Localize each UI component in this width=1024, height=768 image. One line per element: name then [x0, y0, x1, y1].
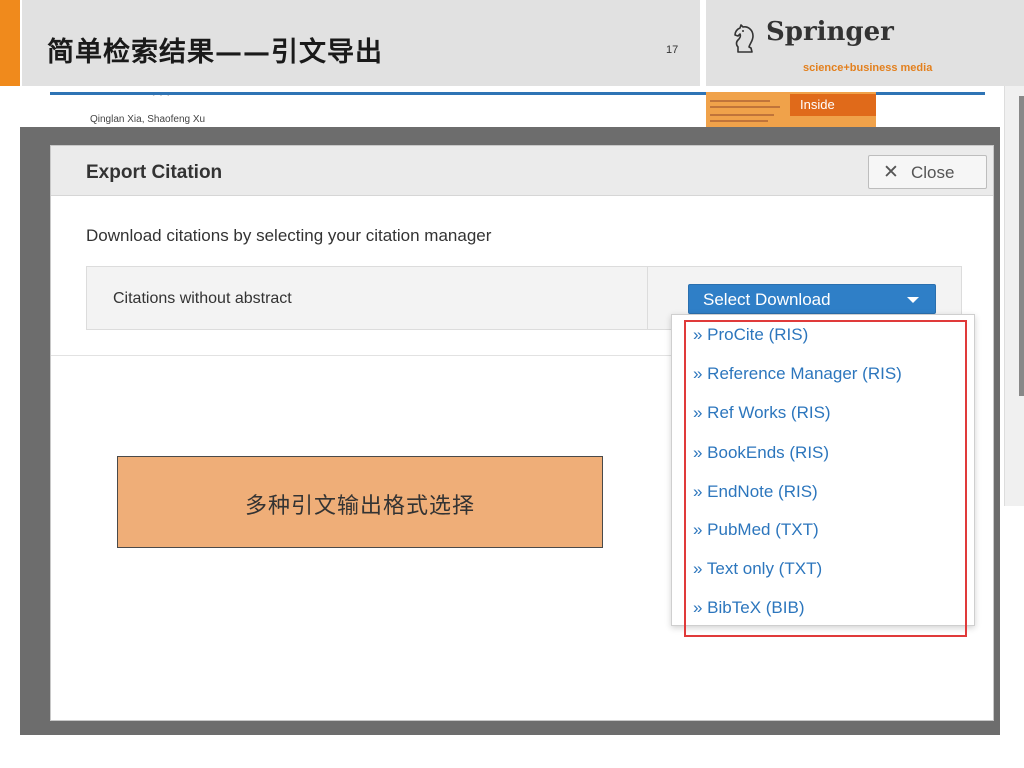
menu-item-bibtex[interactable]: » BibTeX (BIB) — [693, 598, 805, 618]
springer-logo-tagline: science+business media — [803, 62, 933, 74]
menu-item-procite[interactable]: » ProCite (RIS) — [693, 325, 808, 345]
springer-logo-name: Springer — [766, 17, 894, 47]
dialog-header: Export Citation ✕ Close — [51, 146, 993, 196]
menu-item-refworks[interactable]: » Ref Works (RIS) — [693, 403, 831, 423]
accent-bar — [0, 0, 20, 86]
menu-item-bookends[interactable]: » BookEnds (RIS) — [693, 443, 829, 463]
slide-title: 简单检索结果——引文导出 — [47, 37, 383, 68]
select-download-button[interactable]: Select Download — [688, 284, 936, 314]
callout-text: 多种引文输出格式选择 — [244, 494, 475, 519]
close-button[interactable]: ✕ Close — [868, 155, 987, 189]
menu-item-endnote[interactable]: » EndNote (RIS) — [693, 482, 818, 502]
form-divider — [51, 355, 671, 356]
slide-header: 简单检索结果——引文导出 17 Springer science+busines… — [0, 0, 1024, 86]
menu-item-pubmed[interactable]: » PubMed (TXT) — [693, 520, 819, 540]
knight-horse-icon — [734, 24, 754, 53]
caret-down-icon — [907, 297, 919, 303]
menu-item-reference-manager[interactable]: » Reference Manager (RIS) — [693, 364, 902, 384]
download-format-menu: » ProCite (RIS) » Reference Manager (RIS… — [671, 314, 975, 626]
close-x-icon: ✕ — [883, 162, 899, 183]
page-title-fragment: … — [150, 76, 172, 101]
look-inside-badge[interactable]: Inside — [790, 94, 876, 116]
export-citation-dialog: Export Citation ✕ Close Download citatio… — [50, 145, 994, 721]
dialog-instruction: Download citations by selecting your cit… — [86, 226, 492, 245]
select-download-label: Select Download — [703, 290, 831, 309]
page-scrollbar[interactable] — [1004, 86, 1024, 506]
scrollbar-thumb[interactable] — [1019, 96, 1024, 396]
dialog-title: Export Citation — [86, 162, 223, 183]
citation-type-label: Citations without abstract — [113, 290, 292, 307]
close-button-label: Close — [911, 163, 955, 182]
slide-number: 17 — [666, 44, 679, 56]
annotation-callout: 多种引文输出格式选择 — [117, 456, 603, 548]
menu-item-text-only[interactable]: » Text only (TXT) — [693, 559, 822, 579]
row-divider — [647, 267, 648, 329]
article-authors[interactable]: Qinglan Xia, Shaofeng Xu — [90, 114, 205, 125]
